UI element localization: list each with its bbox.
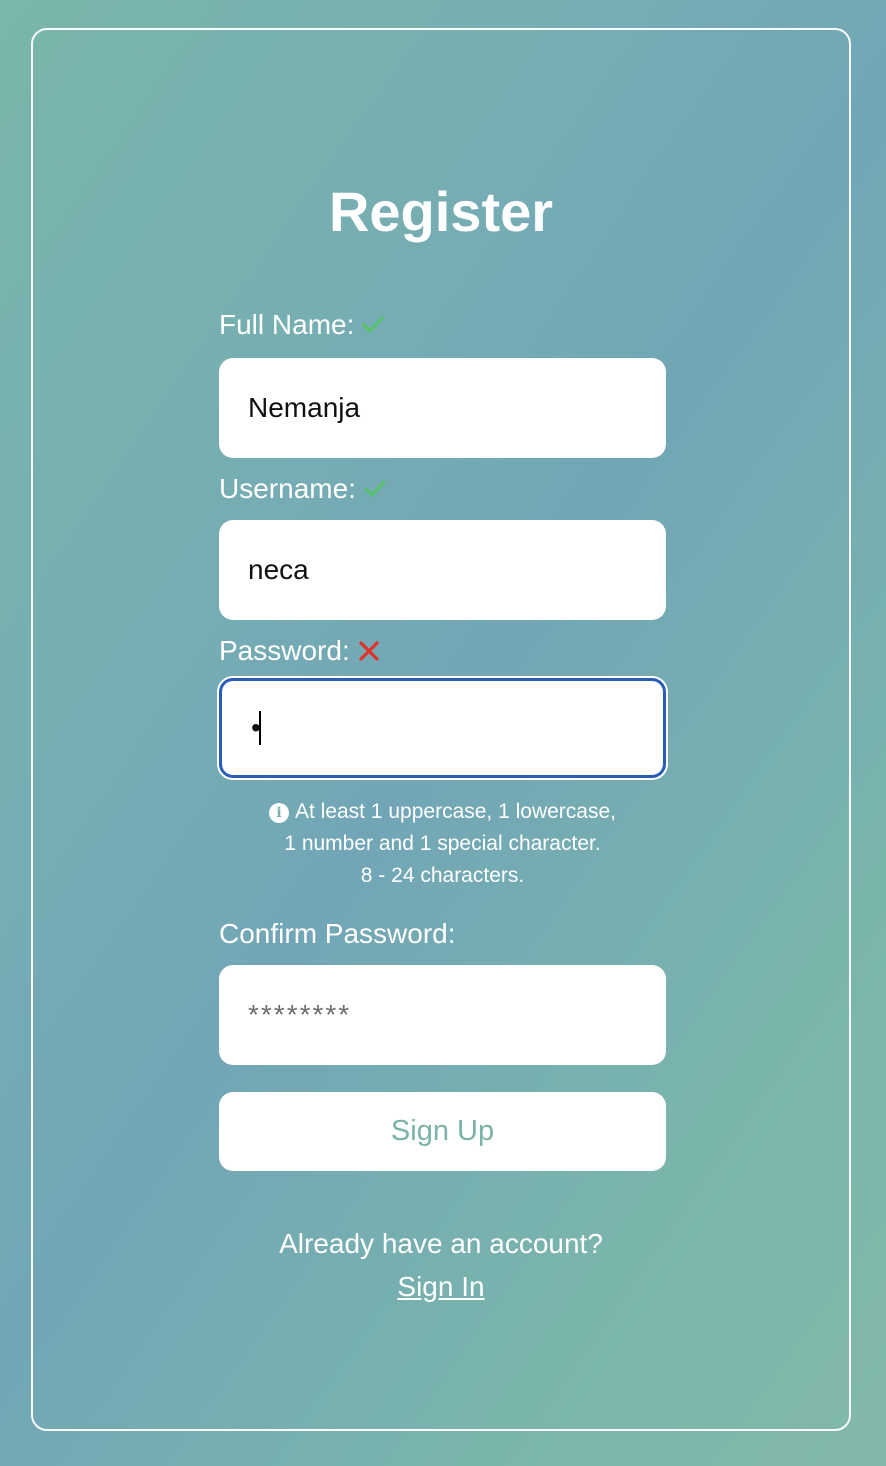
password-field-wrapper	[219, 678, 666, 778]
register-card: Register Full Name: Username: Password:	[31, 28, 851, 1431]
password-hint: i At least 1 uppercase, 1 lowercase, 1 nu…	[219, 796, 666, 892]
check-icon	[362, 316, 384, 333]
confirm-password-label: Confirm Password:	[219, 918, 456, 949]
password-input[interactable]	[219, 678, 666, 778]
username-input[interactable]	[219, 520, 666, 620]
password-hint-line-1: i At least 1 uppercase, 1 lowercase,	[219, 796, 666, 828]
page-title: Register	[328, 180, 554, 243]
full-name-label: Full Name:	[219, 309, 355, 340]
sign-up-button[interactable]: Sign Up	[219, 1092, 666, 1171]
confirm-password-input[interactable]	[219, 965, 666, 1065]
full-name-input[interactable]	[219, 358, 666, 458]
password-label: Password:	[219, 635, 350, 666]
cross-icon	[359, 641, 379, 661]
confirm-password-label-row: Confirm Password:	[219, 917, 666, 951]
check-icon	[364, 480, 386, 497]
username-label-row: Username:	[219, 472, 666, 506]
text-caret	[259, 711, 261, 745]
sign-in-prompt: Already have an account? Sign In	[33, 1222, 849, 1308]
username-label: Username:	[219, 473, 356, 504]
sign-in-link[interactable]: Sign In	[397, 1271, 484, 1302]
full-name-label-row: Full Name:	[219, 308, 666, 342]
already-have-account-text: Already have an account?	[279, 1228, 603, 1259]
info-icon: i	[268, 803, 289, 823]
password-hint-line-2: 1 number and 1 special character.	[284, 832, 601, 855]
password-hint-line-3: 8 - 24 characters.	[360, 864, 525, 887]
register-form: Full Name: Username: Password: iAt le	[219, 308, 666, 1171]
password-label-row: Password:	[219, 634, 666, 668]
